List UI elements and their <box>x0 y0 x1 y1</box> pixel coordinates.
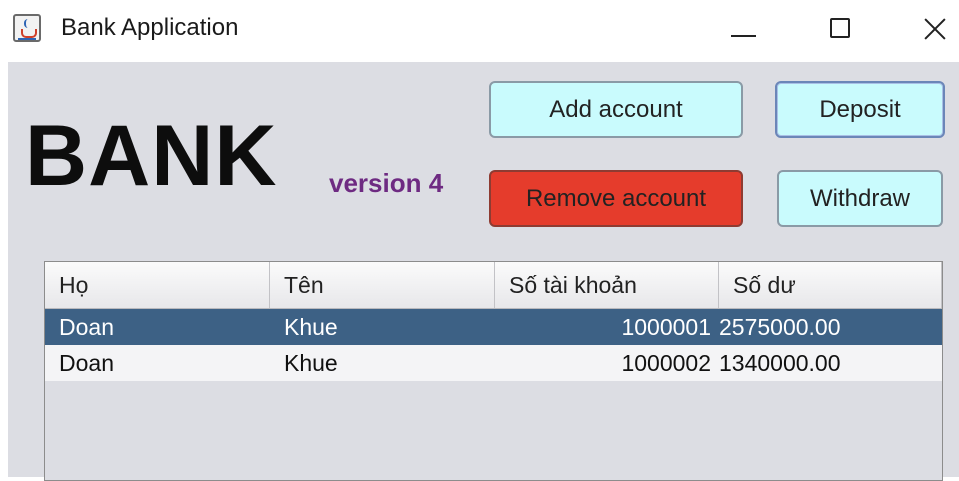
cell-so-tai-khoan: 1000002 <box>621 350 711 376</box>
cell-so-tai-khoan: 1000001 <box>621 314 711 340</box>
remove-account-button[interactable]: Remove account <box>489 170 743 227</box>
window-title: Bank Application <box>61 14 239 41</box>
cell-so-du: 1340000.00 <box>719 350 841 376</box>
title-bar[interactable]: Bank Application <box>0 0 959 62</box>
bank-application-window: Bank Application BANK version 4 Add acco… <box>0 0 959 481</box>
minimize-button[interactable] <box>714 8 774 52</box>
cell-so-du: 2575000.00 <box>719 314 841 340</box>
java-cup-icon <box>13 14 41 42</box>
cell-ho: Doan <box>59 350 114 376</box>
cell-ho: Doan <box>59 314 114 340</box>
table-row[interactable]: Doan Khue 1000001 2575000.00 <box>45 309 942 345</box>
close-button[interactable] <box>906 8 959 52</box>
column-header-ho[interactable]: Họ <box>45 262 270 308</box>
add-account-button[interactable]: Add account <box>489 81 743 138</box>
maximize-button[interactable] <box>812 8 872 52</box>
withdraw-button[interactable]: Withdraw <box>777 170 943 227</box>
version-label: version 4 <box>329 168 444 198</box>
cell-ten: Khue <box>284 314 338 340</box>
column-header-so-du[interactable]: Số dư <box>719 262 942 308</box>
bank-logo: BANK <box>25 108 278 204</box>
deposit-button[interactable]: Deposit <box>775 81 945 138</box>
cell-ten: Khue <box>284 350 338 376</box>
accounts-table[interactable]: Họ Tên Số tài khoản Số dư Doan Khue 1000… <box>44 261 943 481</box>
column-header-ten[interactable]: Tên <box>270 262 495 308</box>
table-header: Họ Tên Số tài khoản Số dư <box>45 262 942 309</box>
main-panel: BANK version 4 Add account Deposit Remov… <box>8 62 959 481</box>
column-header-so-tai-khoan[interactable]: Số tài khoản <box>495 262 719 308</box>
table-row[interactable]: Doan Khue 1000002 1340000.00 <box>45 345 942 381</box>
